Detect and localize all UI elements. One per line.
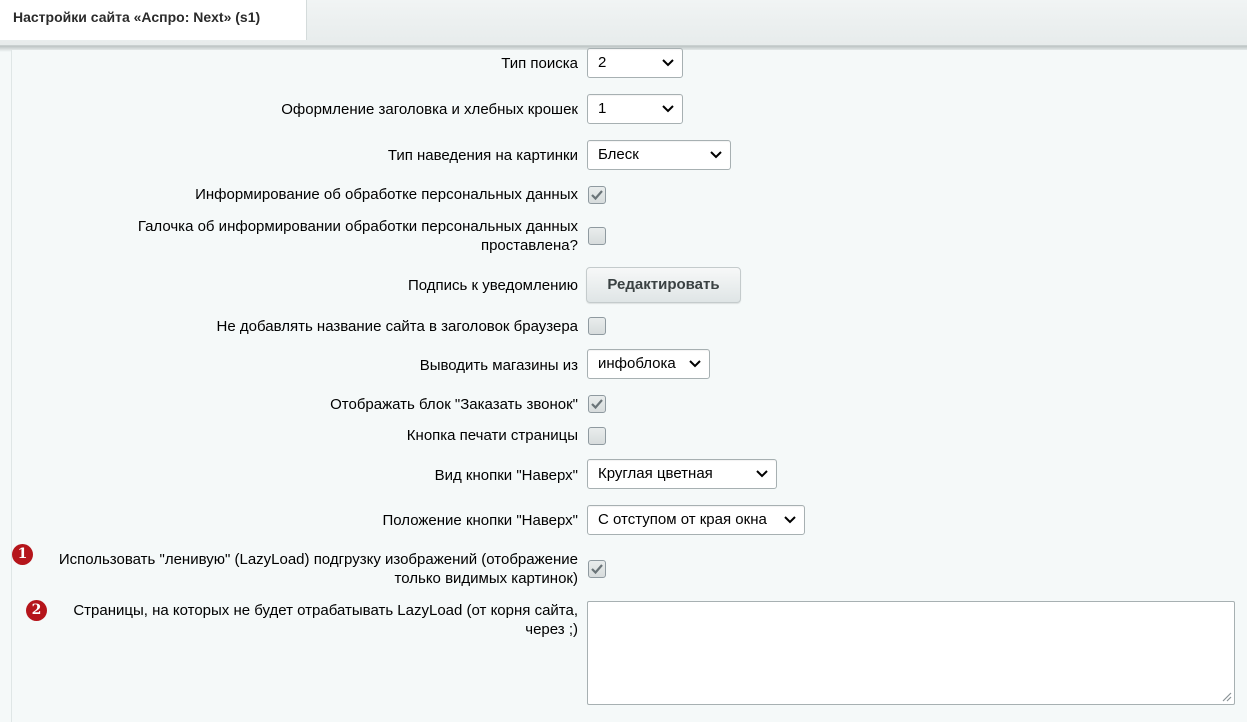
hover-type-label: Тип наведения на картинки <box>387 147 578 164</box>
resize-grip-icon[interactable] <box>1220 690 1232 702</box>
lazyload-label-line2: только видимых картинок) <box>394 570 578 587</box>
check-icon <box>591 399 603 410</box>
chevron-down-icon <box>784 516 796 524</box>
lazyload-exclude-textarea[interactable] <box>587 601 1235 705</box>
tab-site-settings[interactable]: Настройки сайта «Аспро: Next» (s1) <box>0 0 307 40</box>
marker-badge-2: 2 <box>26 600 47 621</box>
scroll-top-view-value: Круглая цветная <box>598 465 713 482</box>
scroll-top-position-value: С отступом от края окна <box>598 511 767 528</box>
tab-bar: Настройки сайта «Аспро: Next» (s1) <box>0 0 1247 46</box>
lazyload-label-line1: Использовать "ленивую" (LazyLoad) подгру… <box>58 551 578 568</box>
stores-from-label: Выводить магазины из <box>419 357 578 374</box>
check-icon <box>591 190 603 201</box>
scroll-top-position-select[interactable]: С отступом от края окна <box>587 505 805 535</box>
show-callback-checkbox[interactable] <box>588 395 606 413</box>
header-style-select[interactable]: 1 <box>587 94 683 124</box>
no-site-name-label: Не добавлять название сайта в заголовок … <box>216 318 578 335</box>
print-button-label: Кнопка печати страницы <box>406 427 578 444</box>
lazyload-exclude-label: Страницы, на которых не будет отрабатыва… <box>48 601 578 639</box>
search-type-value: 2 <box>598 54 607 71</box>
chevron-down-icon <box>662 59 674 67</box>
edit-button[interactable]: Редактировать <box>586 267 741 303</box>
lazyload-exclude-label-line1: Страницы, на которых не будет отрабатыва… <box>73 602 578 619</box>
hover-type-select[interactable]: Блеск <box>587 140 731 170</box>
personal-data-checkbox-checkbox[interactable] <box>588 227 606 245</box>
scroll-top-view-label: Вид кнопки "Наверх" <box>434 467 578 484</box>
personal-data-checkbox-label: Галочка об информировании обработки перс… <box>18 217 578 255</box>
personal-data-info-label: Информирование об обработке персональных… <box>195 186 578 203</box>
show-callback-label: Отображать блок "Заказать звонок" <box>330 396 578 413</box>
scroll-top-view-select[interactable]: Круглая цветная <box>587 459 777 489</box>
header-style-label: Оформление заголовка и хлебных крошек <box>281 101 578 118</box>
chevron-down-icon <box>689 360 701 368</box>
scroll-top-position-label: Положение кнопки "Наверх" <box>382 512 579 529</box>
chevron-down-icon <box>662 105 674 113</box>
print-button-checkbox[interactable] <box>588 427 606 445</box>
notice-signature-label: Подпись к уведомлению <box>408 277 578 294</box>
search-type-label: Тип поиска <box>501 55 578 72</box>
personal-data-checkbox-label-line1: Галочка об информировании обработки перс… <box>137 218 578 235</box>
check-icon <box>591 564 603 575</box>
hover-type-value: Блеск <box>598 146 639 163</box>
personal-data-info-checkbox[interactable] <box>588 186 606 204</box>
header-style-value: 1 <box>598 100 607 117</box>
no-site-name-checkbox[interactable] <box>588 317 606 335</box>
stores-from-select[interactable]: инфоблока <box>587 349 710 379</box>
chevron-down-icon <box>756 470 768 478</box>
search-type-select[interactable]: 2 <box>587 48 683 78</box>
stores-from-value: инфоблока <box>598 355 676 372</box>
personal-data-checkbox-label-line2: проставлена? <box>480 237 578 254</box>
lazyload-checkbox[interactable] <box>588 560 606 578</box>
chevron-down-icon <box>710 151 722 159</box>
lazyload-label: Использовать "ленивую" (LazyLoad) подгру… <box>18 550 578 588</box>
lazyload-exclude-label-line2: через ;) <box>525 621 578 638</box>
